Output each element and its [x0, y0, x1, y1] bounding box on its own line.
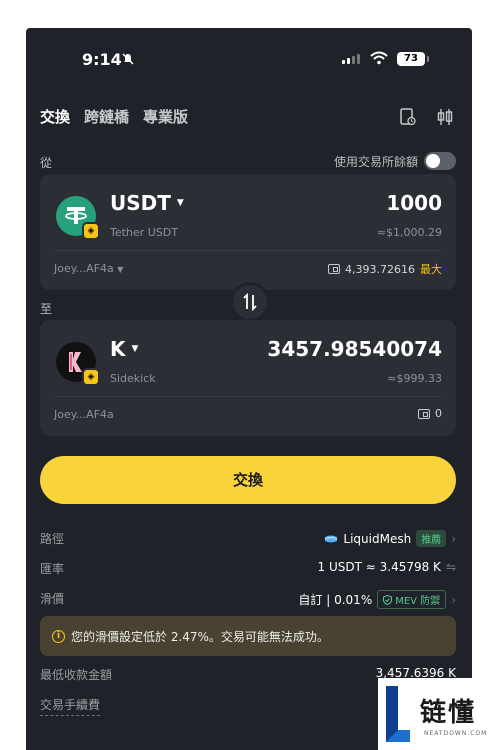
to-token-selector[interactable]: K ▼ [110, 337, 138, 361]
wallet-icon [328, 264, 341, 274]
from-token-selector[interactable]: USDT ▼ [110, 191, 184, 215]
header-actions [400, 108, 454, 130]
tab-pro[interactable]: 專業版 [143, 106, 188, 127]
mode-tabs: 交換 跨鏈橋 專業版 [40, 106, 188, 127]
to-amount: 3457.98540074 [267, 337, 442, 361]
cellular-signal-icon [342, 54, 360, 64]
to-token-symbol: K [110, 337, 126, 361]
rate-label: 匯率 [40, 562, 65, 576]
exchange-balance-label: 使用交易所餘額 [333, 154, 418, 169]
from-token-symbol: USDT [110, 191, 171, 215]
from-wallet-selector[interactable]: Joey...AF4a ▼ [54, 262, 123, 275]
mev-protection-badge: MEV 防禦 [377, 590, 447, 609]
max-button[interactable]: 最大 [420, 261, 442, 277]
liquidmesh-logo-icon [325, 535, 338, 542]
status-bar: 9:14 73 [26, 28, 472, 86]
tab-swap[interactable]: 交換 [40, 106, 70, 127]
wallet-icon [418, 408, 430, 419]
to-wallet-address: Joey...AF4a [54, 408, 114, 421]
swap-arrows-icon [243, 293, 257, 311]
warning-text: 您的滑價設定低於 2.47%。交易可能無法成功。 [71, 629, 329, 644]
watermark-logo: 链懂 NEATDOWN.COM [378, 678, 498, 750]
wifi-icon [370, 50, 388, 69]
route-label: 路徑 [40, 532, 65, 546]
rate-value: 1 USDT ≈ 3.45798 K [317, 560, 441, 574]
chevron-right-icon: › [451, 531, 456, 546]
to-token-name: Sidekick [110, 372, 156, 385]
from-token-name: Tether USDT [110, 226, 178, 239]
swap-button[interactable]: 交換 [40, 456, 456, 504]
chart-candles-icon[interactable] [436, 108, 454, 130]
from-balance: 4,393.72616 最大 [328, 261, 442, 277]
from-balance-value: 4,393.72616 [345, 262, 415, 276]
from-fiat-value: ≈$1,000.29 [376, 226, 442, 239]
caret-down-icon: ▼ [131, 344, 139, 354]
watermark-subtitle: NEATDOWN.COM [424, 730, 488, 737]
to-fiat-value: ≈$999.33 [387, 372, 442, 385]
swap-rate-icon[interactable]: ⇋ [446, 560, 456, 574]
fee-label[interactable]: 交易手續費 [40, 696, 101, 716]
history-icon[interactable] [400, 108, 416, 130]
from-amount-input[interactable]: 1000 [386, 191, 442, 215]
to-balance-value: 0 [435, 407, 442, 420]
route-provider: LiquidMesh [343, 531, 412, 546]
app-screen: 9:14 73 交換 跨鏈橋 專業版 從 使用交易所餘額 ◈ USDT ▼ Te… [26, 28, 472, 750]
tab-bridge[interactable]: 跨鏈橋 [84, 106, 129, 127]
exchange-balance-toggle[interactable] [424, 152, 456, 170]
from-label: 從 [40, 156, 53, 170]
shield-icon [383, 594, 393, 605]
chevron-right-icon: › [451, 592, 456, 607]
to-wallet[interactable]: Joey...AF4a [54, 408, 114, 421]
battery-icon: 73 [397, 52, 429, 66]
caret-down-icon: ▼ [117, 265, 124, 274]
card-divider [54, 396, 442, 397]
to-token-card: ◈ K ▼ Sidekick 3457.98540074 ≈$999.33 Jo… [40, 320, 456, 436]
from-token-card: ◈ USDT ▼ Tether USDT 1000 ≈$1,000.29 Joe… [40, 174, 456, 290]
chain-badge-icon: ◈ [82, 222, 100, 240]
slippage-label: 滑價 [40, 592, 65, 606]
recommended-badge: 推薦 [416, 530, 447, 547]
status-time: 9:14 [82, 50, 122, 69]
route-row[interactable]: 路徑 LiquidMesh 推薦 › [40, 528, 456, 548]
watermark-brand: 链懂 [420, 698, 477, 728]
swap-direction-button[interactable] [230, 282, 270, 322]
watermark-l-icon [386, 686, 410, 742]
usdt-coin-icon: ◈ [56, 196, 100, 240]
chain-badge-icon: ◈ [82, 368, 100, 386]
slippage-row[interactable]: 滑價 自訂 | 0.01% MEV 防禦 › [40, 588, 456, 609]
from-wallet-address: Joey...AF4a [54, 262, 114, 275]
card-divider [54, 250, 442, 251]
slippage-value: 自訂 | 0.01% [298, 593, 373, 607]
silent-bell-icon [122, 53, 134, 68]
min-received-label: 最低收款金額 [40, 668, 113, 682]
info-icon: i [52, 629, 65, 643]
sidekick-coin-icon: ◈ [56, 342, 100, 386]
slippage-warning: i 您的滑價設定低於 2.47%。交易可能無法成功。 [40, 616, 456, 656]
caret-down-icon: ▼ [176, 198, 184, 208]
to-label: 至 [40, 302, 53, 316]
to-balance: 0 [418, 407, 442, 420]
rate-row: 匯率 1 USDT ≈ 3.45798 K ⇋ [40, 558, 456, 578]
exchange-balance-toggle-row: 使用交易所餘額 [334, 152, 456, 170]
